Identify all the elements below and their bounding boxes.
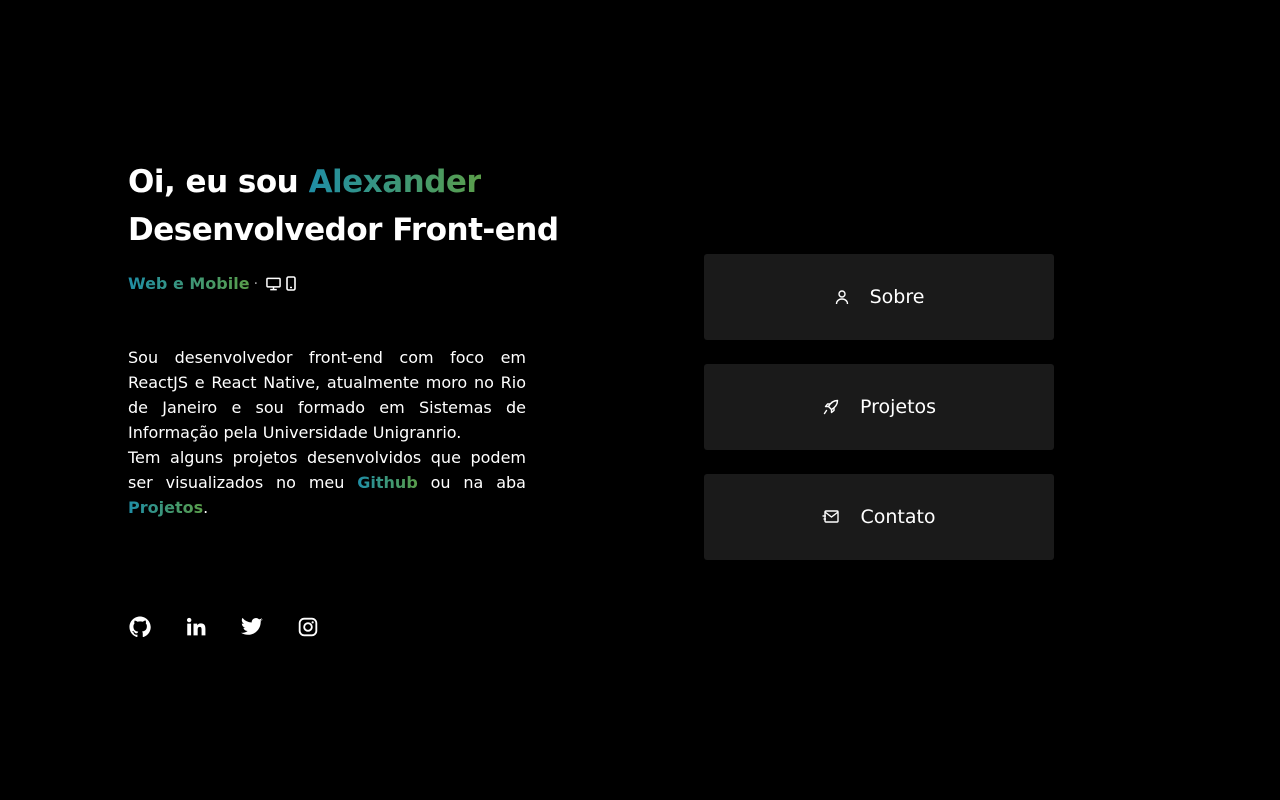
- instagram-icon[interactable]: [296, 615, 320, 639]
- user-icon: [834, 289, 850, 305]
- bio-line2-end: .: [203, 498, 209, 517]
- desktop-icon: [266, 277, 281, 290]
- github-icon[interactable]: [128, 615, 152, 639]
- name-text: Alexander: [308, 164, 482, 200]
- bio-line2-middle: ou na aba: [430, 473, 526, 492]
- github-link[interactable]: Github: [357, 473, 418, 492]
- twitter-icon[interactable]: [240, 615, 264, 639]
- projects-button[interactable]: Projetos: [704, 364, 1054, 450]
- contact-button[interactable]: Contato: [704, 474, 1054, 560]
- mobile-icon: [286, 276, 296, 291]
- bio-paragraph-1: Sou desenvolvedor front-end com foco em …: [128, 348, 526, 442]
- projects-label: Projetos: [859, 396, 937, 418]
- platforms-line: Web e Mobile ·: [128, 274, 568, 293]
- social-links: [128, 615, 320, 639]
- role-title: Desenvolvedor Front-end: [128, 212, 559, 248]
- projects-link[interactable]: Projetos: [128, 498, 203, 517]
- platforms-label: Web e Mobile: [128, 274, 250, 293]
- bio-paragraph-2: Tem alguns projetos desenvolvidos que po…: [128, 445, 526, 520]
- mail-icon: [822, 509, 840, 525]
- contact-label: Contato: [860, 506, 936, 528]
- hero-section: Oi, eu sou Alexander Desenvolvedor Front…: [128, 158, 568, 520]
- bio-text: Sou desenvolvedor front-end com foco em …: [128, 345, 526, 520]
- greeting-text: Oi, eu sou: [128, 164, 299, 200]
- rocket-icon: [822, 398, 840, 416]
- linkedin-icon[interactable]: [184, 615, 208, 639]
- page-title: Oi, eu sou Alexander: [128, 158, 568, 206]
- about-button[interactable]: Sobre: [704, 254, 1054, 340]
- about-label: Sobre: [869, 286, 925, 308]
- nav-menu: Sobre Projetos Contato: [704, 254, 1054, 584]
- platforms-separator: ·: [253, 275, 259, 292]
